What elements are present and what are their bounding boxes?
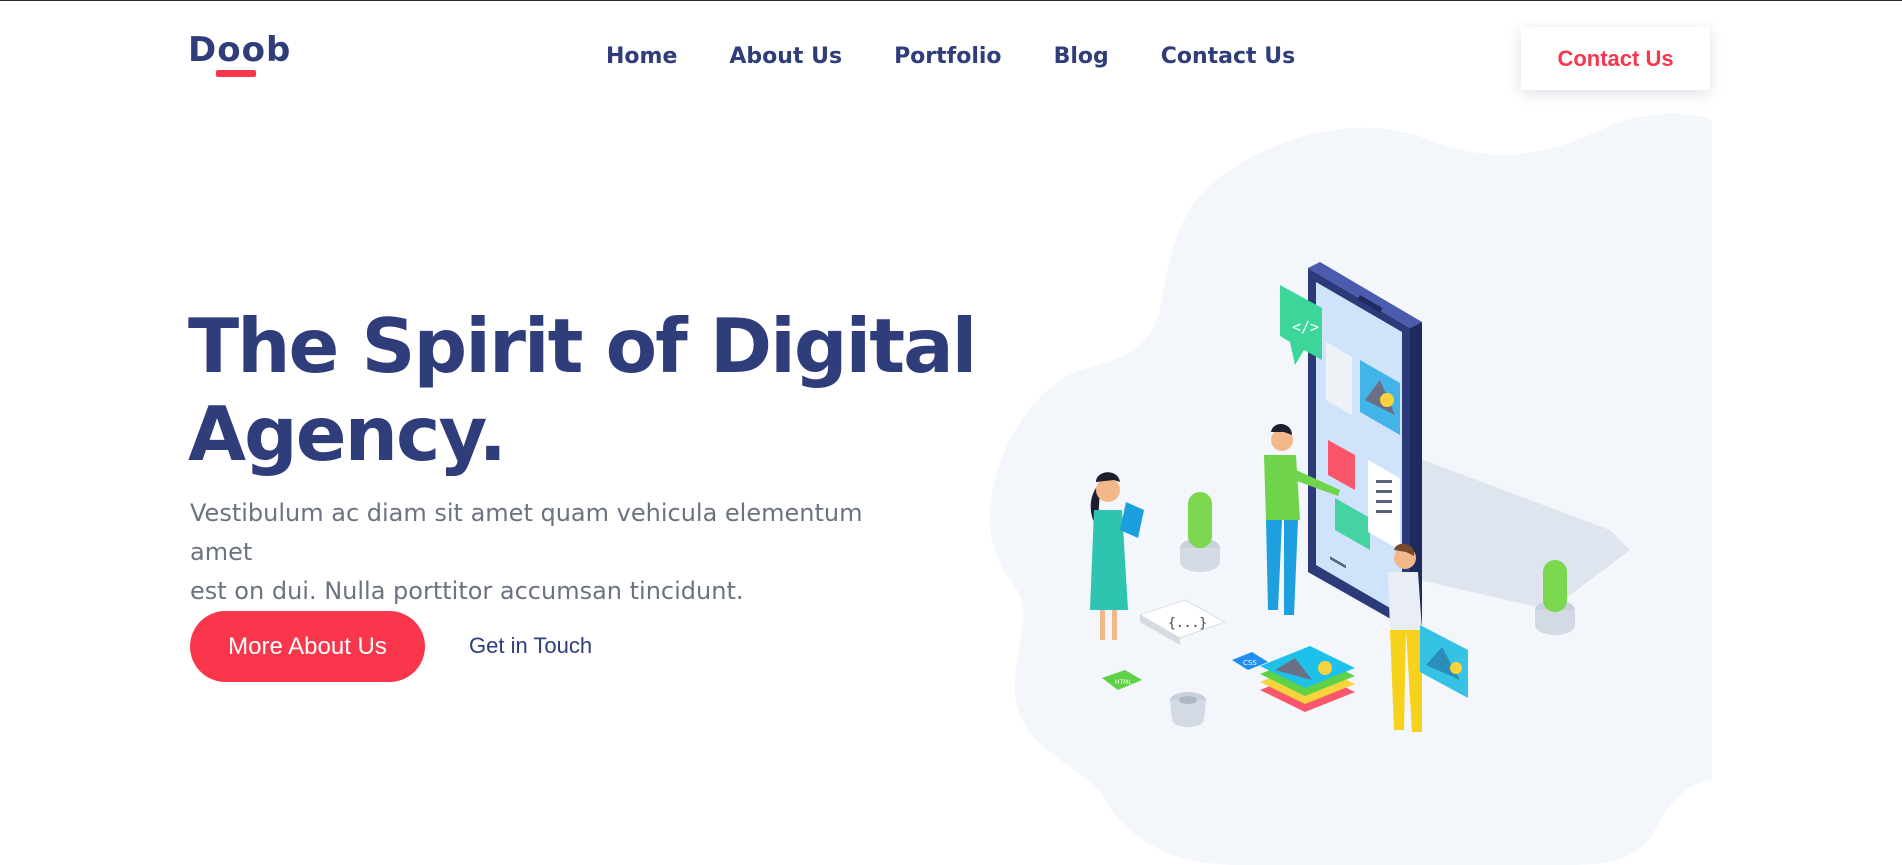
nav-blog[interactable]: Blog	[1054, 44, 1109, 69]
code-badge-text: </>	[1292, 318, 1319, 336]
braces-badge-text: {...}	[1168, 616, 1207, 631]
hero-subtitle-line-2: est on dui. Nulla porttitor accumsan tin…	[190, 577, 744, 605]
get-in-touch-link[interactable]: Get in Touch	[469, 633, 592, 659]
hero-illustration: </> {...} CSS HTML	[990, 113, 1712, 865]
nav-about-us[interactable]: About Us	[729, 44, 842, 69]
top-border	[0, 0, 1902, 1]
more-about-us-button[interactable]: More About Us	[190, 611, 425, 682]
hero-subtitle-line-1: Vestibulum ac diam sit amet quam vehicul…	[190, 499, 863, 566]
main-nav: Home About Us Portfolio Blog Contact Us	[606, 44, 1295, 69]
logo-text: Doob	[188, 30, 292, 70]
hero-title-line-1: The Spirit of Digital	[188, 302, 977, 390]
logo[interactable]: Doob	[188, 30, 291, 70]
hero-title-line-2: Agency.	[188, 390, 507, 478]
nav-contact-us[interactable]: Contact Us	[1161, 44, 1295, 69]
cup-icon	[1170, 692, 1206, 727]
css-badge-text: CSS	[1243, 659, 1257, 667]
logo-underline-mark	[216, 70, 256, 77]
contact-us-button[interactable]: Contact Us	[1521, 27, 1710, 90]
hero-subtitle: Vestibulum ac diam sit amet quam vehicul…	[190, 494, 930, 611]
html-badge-text: HTML	[1115, 679, 1132, 686]
hero-title: The Spirit of Digital Agency.	[188, 302, 988, 478]
nav-portfolio[interactable]: Portfolio	[894, 44, 1002, 69]
nav-home[interactable]: Home	[606, 44, 677, 69]
